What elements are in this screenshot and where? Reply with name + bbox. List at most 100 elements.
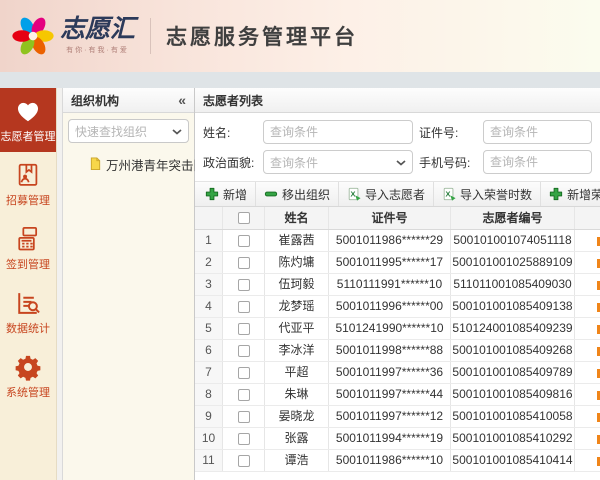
row-index: 11: [195, 450, 223, 471]
sidebar: 志愿者管理招募管理签到管理数据统计系统管理: [0, 88, 57, 480]
table-row: 10 张露 5001011994******19 500101001085410292: [195, 428, 600, 450]
app-banner: 志愿汇 有你·有我·有爱 志愿服务管理平台: [0, 0, 600, 72]
table-header-row: 姓名 证件号 志愿者编号: [195, 207, 600, 230]
logo-tagline: 有你·有我·有爱: [66, 47, 129, 54]
stats-icon: [14, 289, 42, 317]
row-checkbox[interactable]: [237, 256, 250, 269]
cell-volunteer-no: 511011001085409030: [451, 274, 575, 295]
banner-divider: [150, 18, 152, 54]
import-honor-hours-button[interactable]: X 导入荣誉时数: [434, 182, 542, 206]
add-honor-hours-button[interactable]: 新增荣誉时数: [541, 182, 600, 206]
row-index: 1: [195, 230, 223, 251]
column-header: 证件号: [329, 207, 451, 229]
sidebar-item-system[interactable]: 系统管理: [0, 344, 56, 408]
logo-text: 志愿汇: [60, 15, 136, 43]
cell-volunteer-no: 500101001085409816: [451, 384, 575, 405]
table-row: 6 李冰洋 5001011998******88 500101001085409268: [195, 340, 600, 362]
row-checkbox[interactable]: [237, 388, 250, 401]
row-checkbox[interactable]: [237, 344, 250, 357]
cell-name: 伍珂毅: [265, 274, 329, 295]
row-checkbox[interactable]: [237, 366, 250, 379]
cell-volunteer-no: 500101001085409138: [451, 296, 575, 317]
row-index: 4: [195, 296, 223, 317]
row-checkbox[interactable]: [237, 432, 250, 445]
org-tree-item-label: 万州港青年突击队: [106, 159, 207, 173]
org-tree: 万州港青年突击队: [63, 147, 206, 174]
table-row: 2 陈灼墉 5001011995******17 500101001025889109: [195, 252, 600, 274]
org-panel: 组织机构 « 快速查找组织 万州港青年突击队: [63, 88, 206, 480]
row-checkbox[interactable]: [237, 234, 250, 247]
remove-from-org-button[interactable]: 移出组织: [256, 182, 340, 206]
table-row: 7 平超 5001011997******36 500101001085409789: [195, 362, 600, 384]
cell-volunteer-no: 500101001085409789: [451, 362, 575, 383]
cell-volunteer-no: 500101001085409268: [451, 340, 575, 361]
row-checkbox[interactable]: [237, 300, 250, 313]
sidebar-item-label: 招募管理: [6, 195, 50, 207]
app-logo: 志愿汇 有你·有我·有爱: [0, 13, 135, 59]
excel-icon: X: [442, 187, 456, 201]
add-button[interactable]: 新增: [197, 182, 257, 206]
collapse-panel-icon[interactable]: «: [178, 92, 186, 108]
cell-name: 平超: [265, 362, 329, 383]
sidebar-item-stats[interactable]: 数据统计: [0, 280, 56, 344]
excel-icon: X: [347, 187, 361, 201]
phone-input[interactable]: [483, 150, 592, 174]
org-search-combobox[interactable]: 快速查找组织: [68, 119, 189, 143]
column-header: 志愿者编号: [451, 207, 575, 229]
sidebar-item-recruit[interactable]: 招募管理: [0, 152, 56, 216]
app-title: 志愿服务管理平台: [166, 26, 359, 49]
row-checkbox[interactable]: [237, 454, 250, 467]
cell-volunteer-no: 500101001085410414: [451, 450, 575, 471]
row-checkbox[interactable]: [237, 410, 250, 423]
sidebar-item-volunteers[interactable]: 志愿者管理: [0, 88, 56, 152]
sidebar-item-label: 系统管理: [6, 387, 50, 399]
cell-name: 谭浩: [265, 450, 329, 471]
volunteer-table: 姓名 证件号 志愿者编号 1 崔露茜 5001011986******29 50010100…: [195, 207, 600, 480]
button-label: 移出组织: [282, 187, 331, 202]
table-row: 3 伍珂毅 5110111991******10 511011001085409030: [195, 274, 600, 296]
table-row: 8 朱琳 5001011997******44 500101001085409816: [195, 384, 600, 406]
row-index: 9: [195, 406, 223, 427]
plus-icon: [549, 187, 563, 201]
button-label: 新增荣誉时数: [567, 187, 600, 202]
table-row: 5 代亚平 5101241990******10 510124001085409239: [195, 318, 600, 340]
idnumber-filter-label: 证件号:: [419, 125, 459, 140]
button-label: 导入荣誉时数: [460, 187, 533, 202]
checkin-icon: [14, 225, 42, 253]
idnumber-input[interactable]: [483, 120, 592, 144]
svg-text:X: X: [446, 190, 451, 199]
cell-name: 李冰洋: [265, 340, 329, 361]
cell-id-number: 5001011998******88: [329, 340, 451, 361]
plus-icon: [205, 187, 219, 201]
chevron-down-icon: [396, 155, 406, 169]
row-checkbox[interactable]: [237, 278, 250, 291]
cell-name: 龙梦瑶: [265, 296, 329, 317]
cell-volunteer-no: 500101001085410058: [451, 406, 575, 427]
recruit-icon: [14, 161, 42, 189]
sidebar-item-label: 志愿者管理: [0, 131, 56, 143]
filter-form: 姓名: 证件号: 政治面貌: 查询条件手机号码:: [195, 113, 600, 181]
column-header: 姓名: [265, 207, 329, 229]
sidebar-item-checkin[interactable]: 签到管理: [0, 216, 56, 280]
import-volunteers-button[interactable]: X 导入志愿者: [339, 182, 435, 206]
document-icon: [89, 156, 102, 173]
politics-select[interactable]: 查询条件: [263, 150, 413, 174]
cell-id-number: 5001011996******00: [329, 296, 451, 317]
cell-name: 张露: [265, 428, 329, 449]
row-index: 7: [195, 362, 223, 383]
row-index: 5: [195, 318, 223, 339]
name-input[interactable]: [263, 120, 413, 144]
row-index: 3: [195, 274, 223, 295]
org-tree-item[interactable]: 万州港青年突击队: [89, 155, 206, 174]
politics-filter-label: 政治面貌:: [203, 155, 255, 170]
cell-volunteer-no: 510124001085409239: [451, 318, 575, 339]
sidebar-item-label: 签到管理: [6, 259, 50, 271]
row-checkbox[interactable]: [237, 322, 250, 335]
sidebar-item-label: 数据统计: [6, 323, 50, 335]
org-search-placeholder: 快速查找组织: [75, 124, 148, 139]
org-panel-title: 组织机构: [71, 93, 120, 108]
cell-name: 代亚平: [265, 318, 329, 339]
select-all-checkbox[interactable]: [237, 212, 250, 224]
row-number-header: [195, 207, 223, 229]
table-row: 4 龙梦瑶 5001011996******00 500101001085409138: [195, 296, 600, 318]
